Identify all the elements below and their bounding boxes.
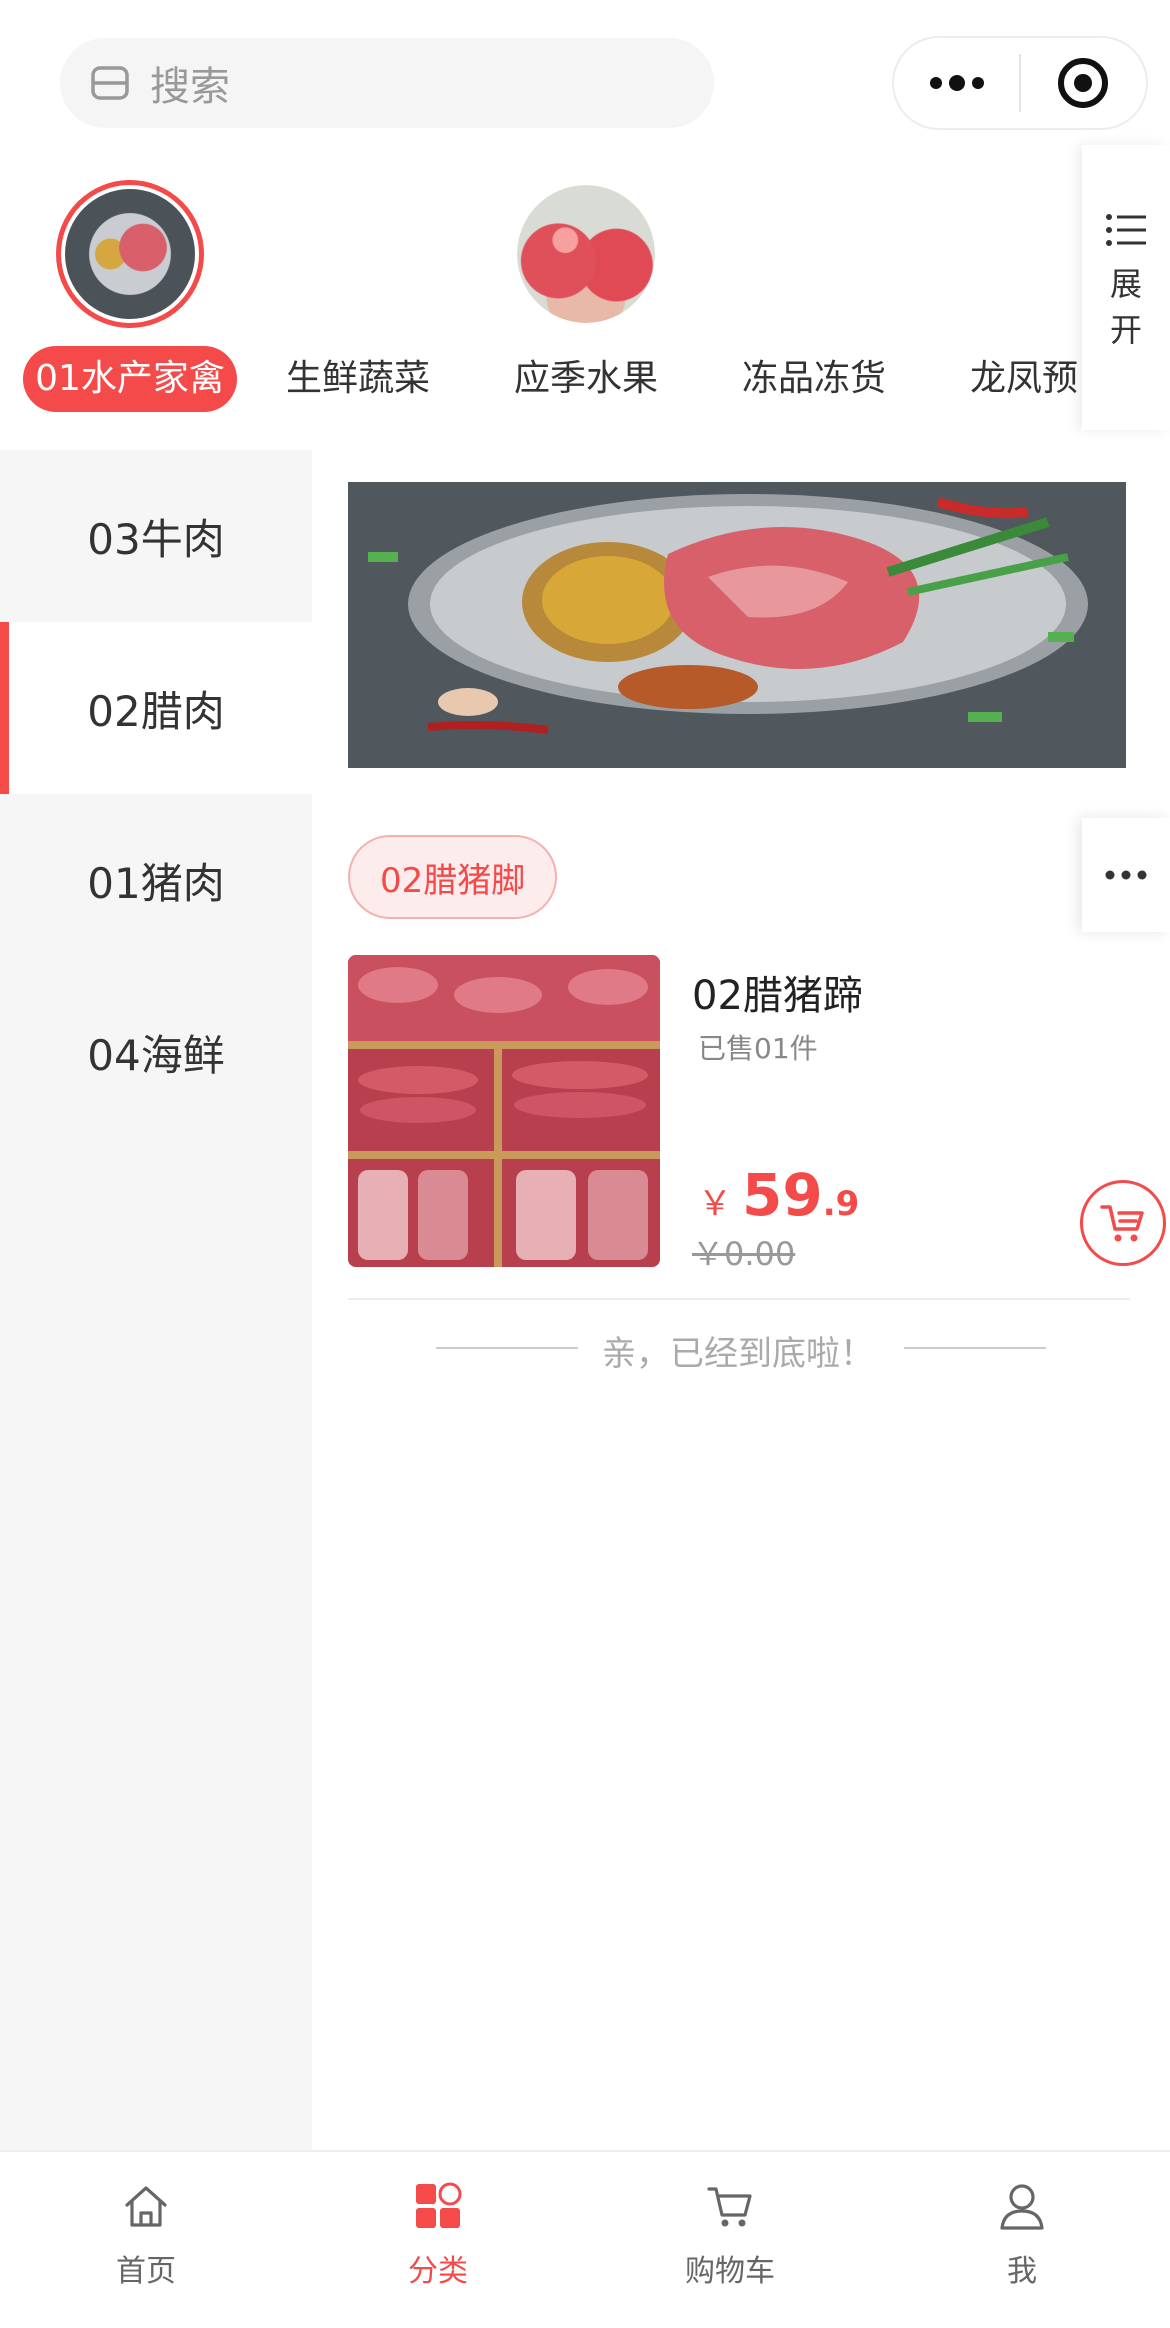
category-item-1[interactable]: 生鲜蔬菜: [248, 160, 468, 420]
list-divider: [348, 1298, 1130, 1300]
target-circle-icon: [1058, 58, 1109, 108]
sidebar-item-beef[interactable]: 03牛肉: [0, 450, 312, 622]
subcategory-sidebar: 03牛肉 02腊肉 01猪肉 04海鲜: [0, 450, 312, 2150]
subcategory-tag[interactable]: 02腊猪脚: [348, 835, 558, 919]
close-button[interactable]: [1021, 38, 1146, 128]
expand-categories-button[interactable]: 展 开: [1082, 145, 1170, 430]
cured-pork-illustration: [348, 955, 660, 1267]
steak-plate-illustration: [348, 482, 1126, 768]
search-icon: [84, 57, 136, 109]
sidebar-item-label: 03牛肉: [87, 514, 225, 564]
top-bar: 搜索: [0, 0, 1170, 160]
end-line-left: [436, 1347, 578, 1349]
category-image: [517, 185, 655, 323]
product-name: 02腊猪蹄: [692, 973, 863, 1019]
category-icon: [410, 2178, 466, 2234]
tab-me[interactable]: 我: [876, 2152, 1168, 2328]
tab-label: 分类: [408, 2254, 468, 2289]
product-sold-count: 已售01件: [698, 1032, 818, 1065]
more-dots-icon: [929, 75, 984, 91]
category-label: 生鲜蔬菜: [285, 358, 430, 399]
category-image: [56, 180, 204, 328]
subcategory-tag-label: 02腊猪脚: [380, 860, 526, 901]
more-button[interactable]: [894, 38, 1019, 128]
end-of-list-text: 亲，已经到底啦！: [602, 1334, 874, 1374]
expand-label: 展 开: [1109, 261, 1143, 353]
sidebar-item-seafood[interactable]: 04海鲜: [0, 966, 312, 1138]
sidebar-item-label: 01猪肉: [87, 858, 225, 908]
bottom-tab-bar: 首页 分类 购物车 我: [0, 2150, 1170, 2328]
tab-category[interactable]: 分类: [292, 2152, 584, 2328]
category-label: 龙凤预: [970, 358, 1079, 399]
product-card[interactable]: 02腊猪蹄 已售01件 ￥ 59 .9 ￥0.00: [348, 955, 1166, 1273]
category-item-3[interactable]: 冻品冻货: [704, 160, 924, 420]
product-image[interactable]: [348, 955, 660, 1267]
main-content: 02腊猪脚 02腊猪蹄 已售01件 ￥ 59 .9 ￥0.00 亲，已经到底啦！: [312, 450, 1170, 2150]
tab-home[interactable]: 首页: [0, 2152, 292, 2328]
list-icon: [1106, 214, 1146, 246]
tab-label: 首页: [116, 2254, 176, 2289]
category-label: 冻品冻货: [741, 358, 886, 399]
original-price: ￥0.00: [692, 1235, 796, 1273]
category-item-4[interactable]: 龙凤预: [918, 160, 1088, 420]
category-item-0[interactable]: 01水产家禽: [20, 160, 240, 420]
search-placeholder: 搜索: [150, 64, 230, 110]
sidebar-item-label: 02腊肉: [87, 686, 225, 736]
category-item-2[interactable]: 应季水果: [476, 160, 696, 420]
add-to-cart-button[interactable]: [1080, 1180, 1166, 1266]
banner-image[interactable]: [348, 482, 1126, 768]
search-bar[interactable]: 搜索: [60, 38, 714, 128]
price-decimal: .9: [822, 1184, 860, 1224]
add-cart-icon: [1100, 1205, 1144, 1242]
floating-more-button[interactable]: [1082, 818, 1170, 932]
tab-label: 购物车: [685, 2254, 775, 2289]
home-icon: [118, 2178, 174, 2234]
expand-label-char: 开: [1109, 311, 1142, 349]
mini-program-capsule: [892, 36, 1148, 130]
cart-icon: [702, 2178, 758, 2234]
price-currency: ￥: [698, 1184, 732, 1224]
end-line-right: [904, 1347, 1046, 1349]
user-icon: [994, 2178, 1050, 2234]
category-label: 应季水果: [513, 358, 658, 399]
category-strip: 01水产家禽 生鲜蔬菜 应季水果 冻品冻货 龙凤预: [0, 160, 1170, 450]
product-price: ￥ 59 .9: [698, 1161, 859, 1229]
sidebar-item-cured-meat[interactable]: 02腊肉: [0, 622, 312, 794]
price-integer: 59: [742, 1161, 823, 1229]
more-dots-icon: [1105, 870, 1147, 880]
tab-label: 我: [1007, 2254, 1037, 2289]
sidebar-item-label: 04海鲜: [87, 1030, 225, 1080]
tab-cart[interactable]: 购物车: [584, 2152, 876, 2328]
category-label: 01水产家禽: [23, 346, 237, 412]
expand-label-char: 展: [1109, 265, 1142, 303]
sidebar-item-pork[interactable]: 01猪肉: [0, 794, 312, 966]
